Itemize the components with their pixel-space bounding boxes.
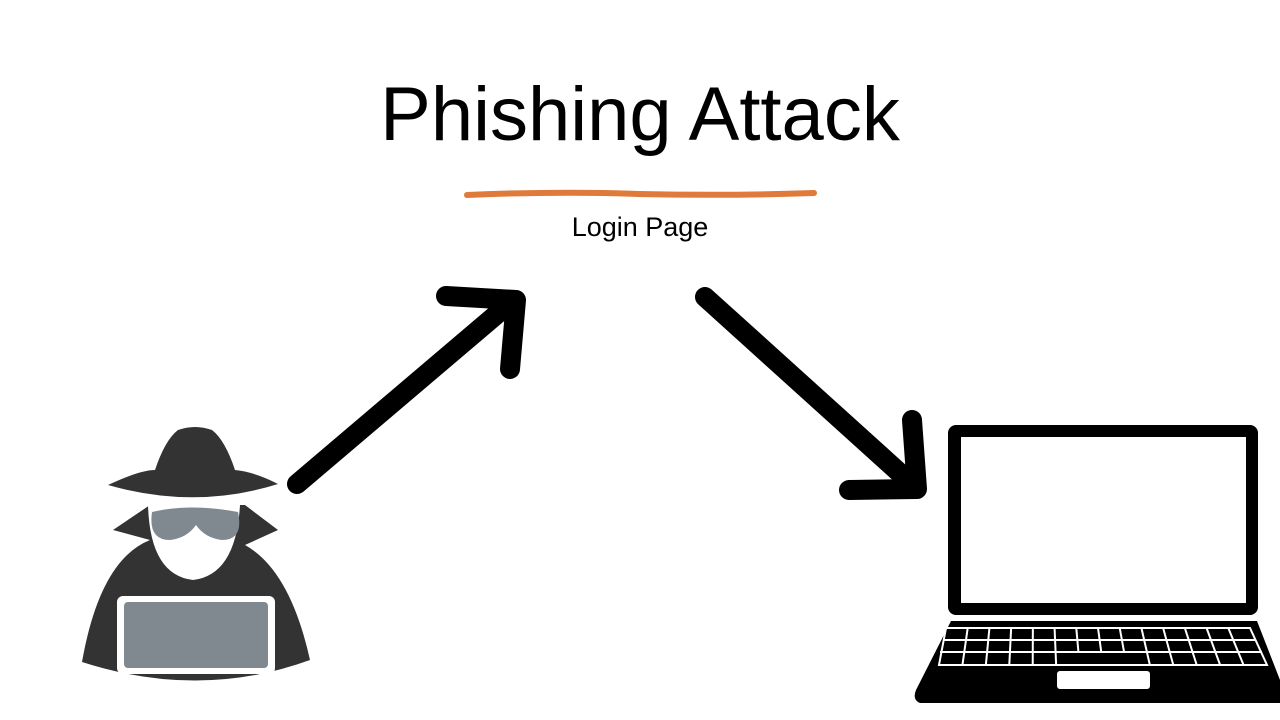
arrow-up-right-icon: [287, 286, 526, 494]
title-underline: [464, 189, 817, 198]
arrow-down-right-icon: [695, 287, 927, 500]
slide-title: Phishing Attack: [380, 72, 900, 157]
slide-subtitle: Login Page: [571, 212, 709, 242]
hacker-icon: [82, 427, 310, 681]
laptop-icon: [914, 425, 1280, 703]
